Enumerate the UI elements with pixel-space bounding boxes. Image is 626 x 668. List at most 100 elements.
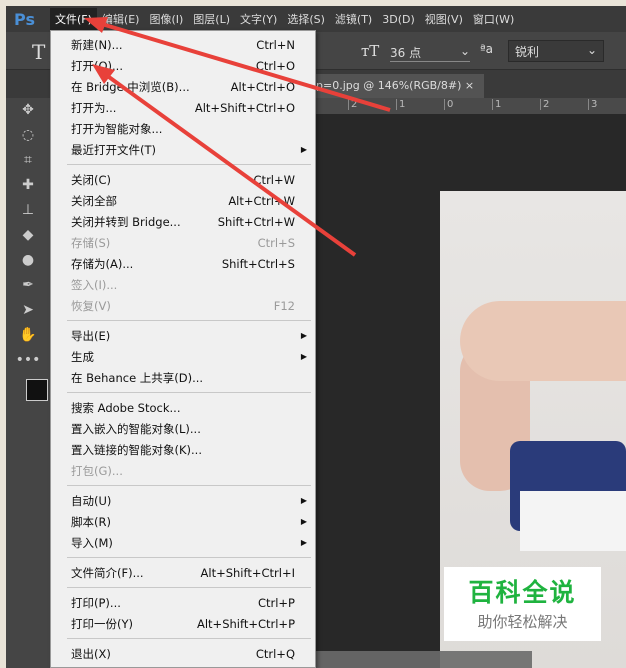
ruler-tick: 2	[348, 99, 357, 110]
menu-item-label: 脚本(R)	[71, 514, 111, 529]
menu-item-label: 导入(M)	[71, 535, 113, 550]
menu-item-label: 新建(N)...	[71, 37, 123, 52]
menu-item-label: 打开(O)...	[71, 58, 123, 73]
ruler-tick: 1	[396, 99, 405, 110]
menu-6[interactable]: 滤镜(T)	[330, 8, 377, 30]
menu-item-label: 在 Bridge 中浏览(B)...	[71, 79, 190, 94]
menu-item-label: 搜索 Adobe Stock...	[71, 400, 181, 415]
menu-item[interactable]: 文件简介(F)... Alt+Shift+Ctrl+I	[51, 562, 315, 583]
ruler-tick: 2	[540, 99, 549, 110]
menu-7[interactable]: 3D(D)	[377, 10, 420, 29]
menu-item[interactable]: 导出(E) ▶	[51, 325, 315, 346]
menu-item[interactable]: 脚本(R) ▶	[51, 511, 315, 532]
submenu-arrow-icon: ▶	[300, 331, 307, 340]
menu-item: 存储(S) Ctrl+S	[51, 232, 315, 253]
menu-item[interactable]: 退出(X) Ctrl+Q	[51, 643, 315, 664]
menu-item: 恢复(V) F12	[51, 295, 315, 316]
menu-item-label: 置入嵌入的智能对象(L)...	[71, 421, 201, 436]
watermark-logo: 百科全说 助你轻松解决	[444, 567, 601, 641]
hand-tool-icon[interactable]: ✋	[6, 323, 50, 348]
menu-separator	[51, 316, 315, 325]
menu-item-label: 置入链接的智能对象(K)...	[71, 442, 202, 457]
select-tool-icon[interactable]: ➤	[6, 298, 50, 323]
menu-item[interactable]: 打开为... Alt+Shift+Ctrl+O	[51, 97, 315, 118]
menu-item[interactable]: 在 Bridge 中浏览(B)... Alt+Ctrl+O	[51, 76, 315, 97]
blur-tool-icon[interactable]: ●	[6, 248, 50, 273]
menu-item[interactable]: 关闭(C) Ctrl+W	[51, 169, 315, 190]
menu-item[interactable]: 自动(U) ▶	[51, 490, 315, 511]
menu-item-shortcut: Alt+Ctrl+W	[228, 193, 295, 208]
menu-item-label: 导出(E)	[71, 328, 111, 343]
font-size-select[interactable]: 36 点 ⌄	[390, 44, 470, 62]
menu-item-shortcut: Ctrl+S	[257, 235, 295, 250]
menu-item-label: 生成	[71, 349, 94, 364]
antialias-select[interactable]: 锐利 ⌄	[508, 40, 604, 62]
menu-item-shortcut: Ctrl+W	[253, 172, 295, 187]
ruler-tick: 3	[588, 99, 597, 110]
menu-separator	[51, 481, 315, 490]
menu-item-label: 打包(G)...	[71, 463, 123, 478]
menu-item[interactable]: 导入(M) ▶	[51, 532, 315, 553]
menu-separator	[51, 634, 315, 643]
ruler-tick: 1	[492, 99, 501, 110]
menu-item[interactable]: 关闭全部 Alt+Ctrl+W	[51, 190, 315, 211]
menu-item[interactable]: 新建(N)... Ctrl+N	[51, 34, 315, 55]
crop-tool-icon[interactable]: ⌗	[6, 148, 50, 173]
lasso-tool-icon[interactable]: ◌	[6, 123, 50, 148]
menu-item-label: 在 Behance 上共享(D)...	[71, 370, 204, 385]
menu-0[interactable]: 文件(F)	[50, 8, 97, 30]
menu-item[interactable]: 打开为智能对象...	[51, 118, 315, 139]
ruler-tick: 0	[444, 99, 453, 110]
menu-item-label: 存储为(A)...	[71, 256, 134, 271]
menu-5[interactable]: 选择(S)	[282, 8, 330, 30]
menu-item-shortcut: Alt+Shift+Ctrl+O	[194, 100, 295, 115]
menu-item[interactable]: 存储为(A)... Shift+Ctrl+S	[51, 253, 315, 274]
type-tool-icon[interactable]: T	[32, 40, 45, 64]
menu-item[interactable]: 生成 ▶	[51, 346, 315, 367]
menu-8[interactable]: 视图(V)	[420, 8, 468, 30]
submenu-arrow-icon: ▶	[300, 496, 307, 505]
menu-item[interactable]: 打开(O)... Ctrl+O	[51, 55, 315, 76]
menu-2[interactable]: 图像(I)	[144, 8, 188, 30]
document-tab[interactable]: p=0.jpg @ 146%(RGB/8#) ×	[306, 74, 485, 98]
menu-item-label: 恢复(V)	[71, 298, 111, 313]
menu-item-label: 文件简介(F)...	[71, 565, 144, 580]
menu-item-shortcut: Ctrl+O	[255, 58, 295, 73]
menu-item-shortcut: Shift+Ctrl+W	[217, 214, 295, 229]
menu-9[interactable]: 窗口(W)	[468, 8, 519, 30]
menu-3[interactable]: 图层(L)	[188, 8, 235, 30]
menu-item[interactable]: 置入嵌入的智能对象(L)...	[51, 418, 315, 439]
menu-item-label: 关闭(C)	[71, 172, 112, 187]
pen-tool-icon[interactable]: ✒	[6, 273, 50, 298]
tools-panel: ✥ ◌ ⌗ ✚ ⊥ ◆ ● ✒ ➤ ✋ •••	[6, 98, 50, 668]
menu-item-shortcut: Ctrl+Q	[255, 646, 295, 661]
close-tab-icon[interactable]: ×	[465, 79, 474, 92]
file-menu: 新建(N)... Ctrl+N 打开(O)... Ctrl+O 在 Bridge 中浏览…	[50, 30, 316, 668]
menu-item[interactable]: 在 Behance 上共享(D)...	[51, 367, 315, 388]
ps-logo: Ps	[14, 9, 35, 29]
menu-item[interactable]: 搜索 Adobe Stock...	[51, 397, 315, 418]
menu-item[interactable]: 关闭并转到 Bridge... Shift+Ctrl+W	[51, 211, 315, 232]
submenu-arrow-icon: ▶	[300, 352, 307, 361]
menu-4[interactable]: 文字(Y)	[235, 8, 282, 30]
menu-item[interactable]: 最近打开文件(T) ▶	[51, 139, 315, 160]
menu-item-shortcut: Alt+Ctrl+O	[230, 79, 295, 94]
eraser-tool-icon[interactable]: ◆	[6, 223, 50, 248]
menu-item[interactable]: 置入链接的智能对象(K)...	[51, 439, 315, 460]
menu-item[interactable]: 打印一份(Y) Alt+Shift+Ctrl+P	[51, 613, 315, 634]
menu-item-label: 关闭全部	[71, 193, 117, 208]
menu-item[interactable]: 打印(P)... Ctrl+P	[51, 592, 315, 613]
menu-1[interactable]: 编辑(E)	[97, 8, 145, 30]
submenu-arrow-icon: ▶	[300, 538, 307, 547]
menu-separator	[51, 160, 315, 169]
more-tools-icon[interactable]: •••	[6, 348, 50, 373]
menu-item-label: 存储(S)	[71, 235, 111, 250]
foreground-color[interactable]	[26, 379, 48, 401]
submenu-arrow-icon: ▶	[300, 145, 307, 154]
antialias-icon: ªa	[480, 42, 494, 56]
menu-item-shortcut: Alt+Shift+Ctrl+I	[200, 565, 295, 580]
healing-brush-icon[interactable]: ✚	[6, 173, 50, 198]
stamp-tool-icon[interactable]: ⊥	[6, 198, 50, 223]
move-tool-icon[interactable]: ✥	[6, 98, 50, 123]
menu-item: 打包(G)...	[51, 460, 315, 481]
